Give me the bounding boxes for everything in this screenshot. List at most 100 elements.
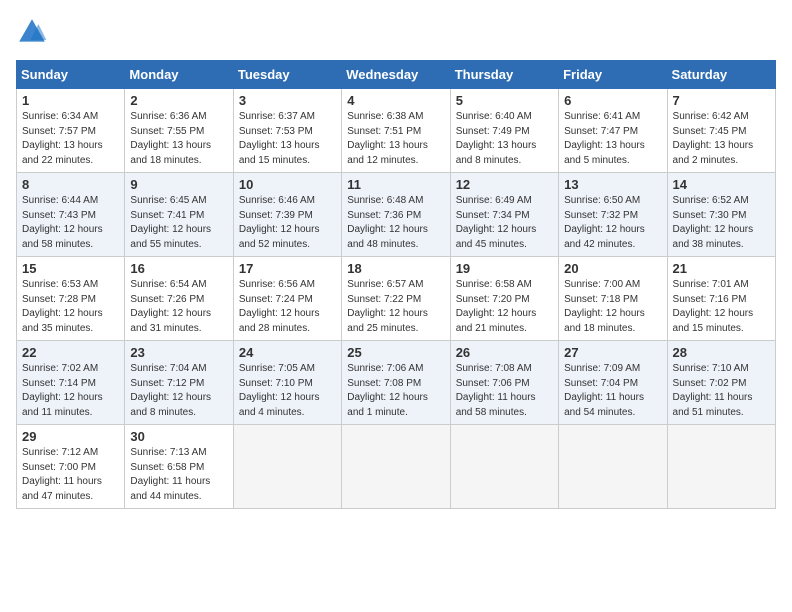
day-detail: Sunrise: 7:08 AMSunset: 7:06 PMDaylight:…: [456, 362, 553, 420]
day-cell: 29 Sunrise: 7:12 AMSunset: 7:00 PMDayligh…: [17, 425, 125, 509]
header-row: SundayMondayTuesdayWednesdayThursdayFrid…: [17, 61, 776, 89]
day-number: 18: [347, 261, 444, 276]
day-number: 27: [564, 345, 661, 360]
column-header-sunday: Sunday: [17, 61, 125, 89]
day-detail: Sunrise: 7:13 AMSunset: 6:58 PMDaylight:…: [130, 446, 227, 504]
day-cell: 21 Sunrise: 7:01 AMSunset: 7:16 PMDayligh…: [667, 257, 775, 341]
day-detail: Sunrise: 6:53 AMSunset: 7:28 PMDaylight:…: [22, 278, 119, 336]
day-detail: Sunrise: 6:50 AMSunset: 7:32 PMDaylight:…: [564, 194, 661, 252]
day-cell: 1Sunrise: 6:34 AMSunset: 7:57 PMDaylight…: [17, 89, 125, 173]
day-number: 8: [22, 177, 119, 192]
day-cell: [559, 425, 667, 509]
day-number: 22: [22, 345, 119, 360]
day-detail: Sunrise: 6:46 AMSunset: 7:39 PMDaylight:…: [239, 194, 336, 252]
day-cell: 5Sunrise: 6:40 AMSunset: 7:49 PMDaylight…: [450, 89, 558, 173]
calendar-table: SundayMondayTuesdayWednesdayThursdayFrid…: [16, 60, 776, 509]
column-header-monday: Monday: [125, 61, 233, 89]
day-cell: 17 Sunrise: 6:56 AMSunset: 7:24 PMDayligh…: [233, 257, 341, 341]
day-cell: 30Sunrise: 7:13 AMSunset: 6:58 PMDayligh…: [125, 425, 233, 509]
week-row-4: 22 Sunrise: 7:02 AMSunset: 7:14 PMDayligh…: [17, 341, 776, 425]
day-number: 9: [130, 177, 227, 192]
day-cell: [667, 425, 775, 509]
day-detail: Sunrise: 6:36 AMSunset: 7:55 PMDaylight:…: [130, 110, 227, 168]
logo: [16, 16, 52, 48]
day-number: 20: [564, 261, 661, 276]
day-cell: 8 Sunrise: 6:44 AMSunset: 7:43 PMDaylight…: [17, 173, 125, 257]
day-cell: 7 Sunrise: 6:42 AMSunset: 7:45 PMDaylight…: [667, 89, 775, 173]
day-number: 17: [239, 261, 336, 276]
column-header-thursday: Thursday: [450, 61, 558, 89]
column-header-wednesday: Wednesday: [342, 61, 450, 89]
day-cell: 15 Sunrise: 6:53 AMSunset: 7:28 PMDayligh…: [17, 257, 125, 341]
day-detail: Sunrise: 7:05 AMSunset: 7:10 PMDaylight:…: [239, 362, 336, 420]
day-number: 21: [673, 261, 770, 276]
day-detail: Sunrise: 6:52 AMSunset: 7:30 PMDaylight:…: [673, 194, 770, 252]
day-detail: Sunrise: 6:34 AMSunset: 7:57 PMDaylight:…: [22, 110, 119, 168]
day-cell: 26 Sunrise: 7:08 AMSunset: 7:06 PMDayligh…: [450, 341, 558, 425]
day-number: 24: [239, 345, 336, 360]
day-number: 13: [564, 177, 661, 192]
day-cell: 16 Sunrise: 6:54 AMSunset: 7:26 PMDayligh…: [125, 257, 233, 341]
logo-icon: [16, 16, 48, 48]
week-row-2: 8 Sunrise: 6:44 AMSunset: 7:43 PMDaylight…: [17, 173, 776, 257]
day-number: 7: [673, 93, 770, 108]
day-cell: 24 Sunrise: 7:05 AMSunset: 7:10 PMDayligh…: [233, 341, 341, 425]
column-header-friday: Friday: [559, 61, 667, 89]
day-cell: 10 Sunrise: 6:46 AMSunset: 7:39 PMDayligh…: [233, 173, 341, 257]
day-cell: 14Sunrise: 6:52 AMSunset: 7:30 PMDayligh…: [667, 173, 775, 257]
day-detail: Sunrise: 6:58 AMSunset: 7:20 PMDaylight:…: [456, 278, 553, 336]
day-cell: 18 Sunrise: 6:57 AMSunset: 7:22 PMDayligh…: [342, 257, 450, 341]
day-cell: 22 Sunrise: 7:02 AMSunset: 7:14 PMDayligh…: [17, 341, 125, 425]
day-detail: Sunrise: 6:48 AMSunset: 7:36 PMDaylight:…: [347, 194, 444, 252]
day-detail: Sunrise: 6:38 AMSunset: 7:51 PMDaylight:…: [347, 110, 444, 168]
day-detail: Sunrise: 7:06 AMSunset: 7:08 PMDaylight:…: [347, 362, 444, 420]
day-cell: 12 Sunrise: 6:49 AMSunset: 7:34 PMDayligh…: [450, 173, 558, 257]
day-detail: Sunrise: 6:57 AMSunset: 7:22 PMDaylight:…: [347, 278, 444, 336]
day-cell: 27 Sunrise: 7:09 AMSunset: 7:04 PMDayligh…: [559, 341, 667, 425]
day-number: 12: [456, 177, 553, 192]
day-cell: [342, 425, 450, 509]
day-detail: Sunrise: 6:41 AMSunset: 7:47 PMDaylight:…: [564, 110, 661, 168]
day-number: 2: [130, 93, 227, 108]
day-number: 4: [347, 93, 444, 108]
day-detail: Sunrise: 6:56 AMSunset: 7:24 PMDaylight:…: [239, 278, 336, 336]
day-number: 19: [456, 261, 553, 276]
day-number: 16: [130, 261, 227, 276]
day-cell: 19 Sunrise: 6:58 AMSunset: 7:20 PMDayligh…: [450, 257, 558, 341]
day-detail: Sunrise: 6:44 AMSunset: 7:43 PMDaylight:…: [22, 194, 119, 252]
day-detail: Sunrise: 7:09 AMSunset: 7:04 PMDaylight:…: [564, 362, 661, 420]
day-detail: Sunrise: 6:45 AMSunset: 7:41 PMDaylight:…: [130, 194, 227, 252]
day-detail: Sunrise: 7:10 AMSunset: 7:02 PMDaylight:…: [673, 362, 770, 420]
column-header-saturday: Saturday: [667, 61, 775, 89]
day-cell: [233, 425, 341, 509]
day-number: 25: [347, 345, 444, 360]
day-detail: Sunrise: 7:00 AMSunset: 7:18 PMDaylight:…: [564, 278, 661, 336]
week-row-3: 15 Sunrise: 6:53 AMSunset: 7:28 PMDayligh…: [17, 257, 776, 341]
week-row-1: 1Sunrise: 6:34 AMSunset: 7:57 PMDaylight…: [17, 89, 776, 173]
day-cell: [450, 425, 558, 509]
day-detail: Sunrise: 7:02 AMSunset: 7:14 PMDaylight:…: [22, 362, 119, 420]
day-number: 15: [22, 261, 119, 276]
day-detail: Sunrise: 6:37 AMSunset: 7:53 PMDaylight:…: [239, 110, 336, 168]
day-number: 29: [22, 429, 119, 444]
day-cell: 3Sunrise: 6:37 AMSunset: 7:53 PMDaylight…: [233, 89, 341, 173]
day-cell: 20 Sunrise: 7:00 AMSunset: 7:18 PMDayligh…: [559, 257, 667, 341]
day-detail: Sunrise: 7:12 AMSunset: 7:00 PMDaylight:…: [22, 446, 119, 504]
day-cell: 9 Sunrise: 6:45 AMSunset: 7:41 PMDaylight…: [125, 173, 233, 257]
day-cell: 2 Sunrise: 6:36 AMSunset: 7:55 PMDaylight…: [125, 89, 233, 173]
day-cell: 6Sunrise: 6:41 AMSunset: 7:47 PMDaylight…: [559, 89, 667, 173]
day-detail: Sunrise: 7:04 AMSunset: 7:12 PMDaylight:…: [130, 362, 227, 420]
day-detail: Sunrise: 6:42 AMSunset: 7:45 PMDaylight:…: [673, 110, 770, 168]
day-number: 26: [456, 345, 553, 360]
week-row-5: 29 Sunrise: 7:12 AMSunset: 7:00 PMDayligh…: [17, 425, 776, 509]
column-header-tuesday: Tuesday: [233, 61, 341, 89]
day-cell: 28Sunrise: 7:10 AMSunset: 7:02 PMDayligh…: [667, 341, 775, 425]
day-detail: Sunrise: 6:54 AMSunset: 7:26 PMDaylight:…: [130, 278, 227, 336]
day-detail: Sunrise: 7:01 AMSunset: 7:16 PMDaylight:…: [673, 278, 770, 336]
day-detail: Sunrise: 6:49 AMSunset: 7:34 PMDaylight:…: [456, 194, 553, 252]
day-cell: 13 Sunrise: 6:50 AMSunset: 7:32 PMDayligh…: [559, 173, 667, 257]
day-number: 10: [239, 177, 336, 192]
day-number: 11: [347, 177, 444, 192]
day-cell: 11 Sunrise: 6:48 AMSunset: 7:36 PMDayligh…: [342, 173, 450, 257]
page-header: [16, 16, 776, 48]
